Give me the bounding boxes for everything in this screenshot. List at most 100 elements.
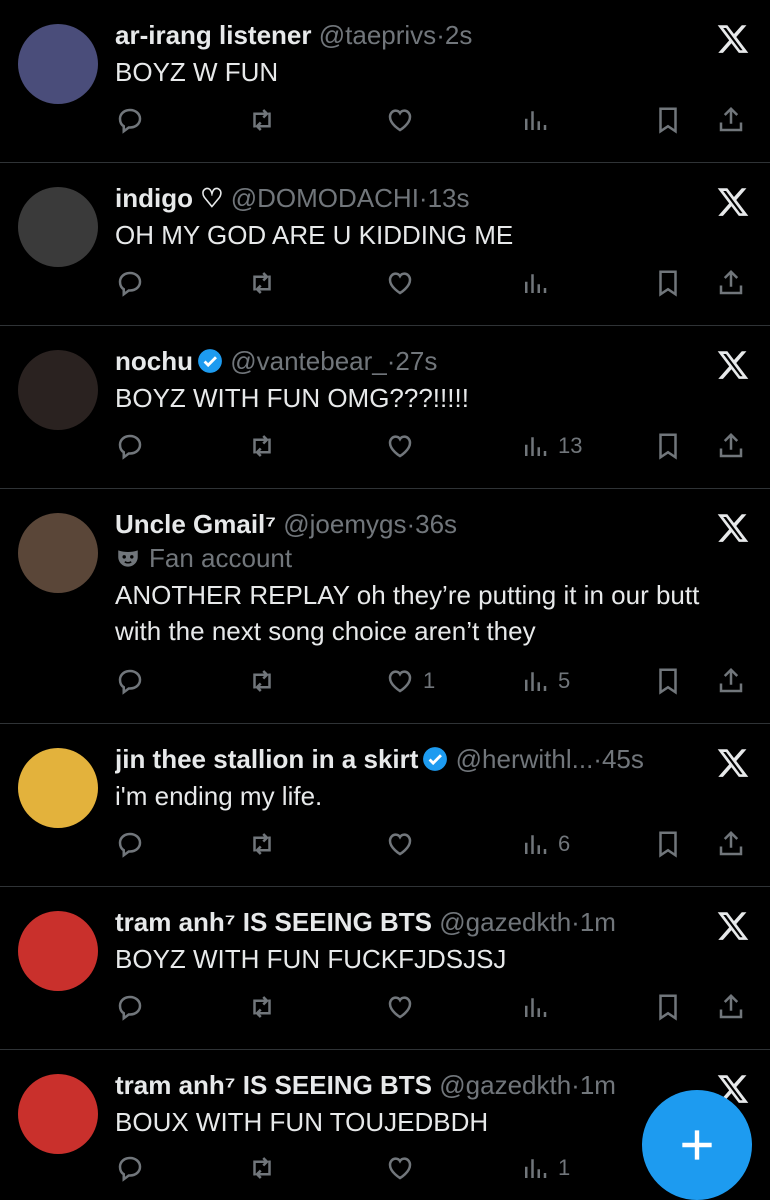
views-count: 13 <box>558 433 583 458</box>
x-logo-icon[interactable] <box>716 511 750 545</box>
tweet-text: ANOTHER REPLAY oh they’re putting it in … <box>115 580 700 646</box>
retweet-button[interactable] <box>247 826 277 862</box>
reply-button[interactable] <box>115 1150 145 1186</box>
display-name[interactable]: Uncle Gmail⁷ <box>115 509 276 539</box>
retweet-button[interactable] <box>247 1150 277 1186</box>
like-button[interactable] <box>385 428 423 464</box>
retweet-icon <box>253 435 271 457</box>
like-button[interactable] <box>385 989 423 1025</box>
avatar[interactable] <box>18 748 98 828</box>
share-button[interactable] <box>716 265 746 301</box>
reply-icon <box>118 995 142 1021</box>
bookmark-button[interactable] <box>653 265 683 301</box>
share-button[interactable] <box>716 102 746 138</box>
tweet-header: tram anh⁷ IS SEEING BTS @gazedkth·1m <box>115 905 740 939</box>
timestamp[interactable]: 2s <box>445 20 472 50</box>
timestamp[interactable]: 27s <box>395 346 437 376</box>
x-logo-icon[interactable] <box>716 185 750 219</box>
tweet[interactable]: Uncle Gmail⁷ @joemygs·36s Fan account AN… <box>0 489 770 724</box>
timestamp[interactable]: 36s <box>415 509 457 539</box>
views-button[interactable] <box>520 989 558 1025</box>
retweet-button[interactable] <box>247 663 277 699</box>
handle[interactable]: @gazedkth <box>439 1070 571 1100</box>
handle[interactable]: @DOMODACHI <box>231 183 419 213</box>
avatar[interactable] <box>18 24 98 104</box>
x-logo-icon[interactable] <box>716 909 750 943</box>
x-logo-icon[interactable] <box>716 746 750 780</box>
avatar[interactable] <box>18 350 98 430</box>
fan-account-text: Fan account <box>149 543 293 573</box>
compose-button[interactable] <box>642 1090 752 1200</box>
handle[interactable]: @gazedkth <box>439 907 571 937</box>
share-button[interactable] <box>716 428 746 464</box>
timestamp[interactable]: 45s <box>602 744 644 774</box>
x-logo-icon[interactable] <box>716 22 750 56</box>
separator: · <box>418 183 428 213</box>
bookmark-button[interactable] <box>653 989 683 1025</box>
share-button[interactable] <box>716 826 746 862</box>
avatar[interactable] <box>18 187 98 267</box>
bookmark-button[interactable] <box>653 102 683 138</box>
handle[interactable]: @vantebear_ <box>230 346 387 376</box>
avatar[interactable] <box>18 513 98 593</box>
handle[interactable]: @taeprivs <box>319 20 436 50</box>
bookmark-button[interactable] <box>653 428 683 464</box>
timestamp[interactable]: 1m <box>580 1070 616 1100</box>
bookmark-icon <box>659 433 677 460</box>
retweet-button[interactable] <box>247 989 277 1025</box>
retweet-icon <box>253 996 271 1018</box>
bookmark-button[interactable] <box>653 826 683 862</box>
reply-button[interactable] <box>115 428 145 464</box>
verified-badge-icon[interactable] <box>197 348 223 374</box>
retweet-button[interactable] <box>247 102 277 138</box>
views-button[interactable] <box>520 102 558 138</box>
x-logo-icon[interactable] <box>716 348 750 382</box>
tweet[interactable]: ar-irang listener @taeprivs·2s BOYZ W FU… <box>0 0 770 163</box>
tweet[interactable]: tram anh⁷ IS SEEING BTS @gazedkth·1m BOY… <box>0 887 770 1050</box>
share-button[interactable] <box>716 989 746 1025</box>
tweet[interactable]: indigo ♡ @DOMODACHI·13s OH MY GOD ARE U … <box>0 163 770 326</box>
retweet-button[interactable] <box>247 265 277 301</box>
bookmark-icon <box>659 668 677 695</box>
views-count: 5 <box>558 668 571 693</box>
bookmark-button[interactable] <box>653 663 683 699</box>
display-name[interactable]: ar-irang listener <box>115 20 312 50</box>
action-bar: 6 <box>115 826 752 862</box>
display-name[interactable]: tram anh⁷ IS SEEING BTS <box>115 907 432 937</box>
views-button[interactable]: 5 <box>520 663 570 699</box>
avatar[interactable] <box>18 1074 98 1154</box>
avatar[interactable] <box>18 911 98 991</box>
display-name[interactable]: nochu <box>115 346 193 376</box>
like-button[interactable]: 1 <box>385 663 435 699</box>
like-button[interactable] <box>385 265 423 301</box>
reply-button[interactable] <box>115 102 145 138</box>
like-button[interactable] <box>385 1150 423 1186</box>
views-button[interactable]: 6 <box>520 826 570 862</box>
reply-button[interactable] <box>115 265 145 301</box>
display-name[interactable]: jin thee stallion in a skirt <box>115 744 418 774</box>
handle[interactable]: @herwithl... <box>456 744 594 774</box>
timestamp[interactable]: 1m <box>580 907 616 937</box>
reply-button[interactable] <box>115 989 145 1025</box>
handle[interactable]: @joemygs <box>283 509 406 539</box>
reply-button[interactable] <box>115 663 145 699</box>
plus-icon <box>682 1130 712 1160</box>
tweet[interactable]: nochu @vantebear_·27s BOYZ WITH FUN OMG?… <box>0 326 770 489</box>
timestamp[interactable]: 13s <box>428 183 470 213</box>
like-button[interactable] <box>385 826 423 862</box>
share-button[interactable] <box>716 663 746 699</box>
tweet-header: indigo ♡ @DOMODACHI·13s <box>115 181 740 215</box>
verified-badge-icon[interactable] <box>422 746 448 772</box>
mask-icon <box>118 550 138 567</box>
views-button[interactable]: 1 <box>520 1150 570 1186</box>
views-button[interactable]: 13 <box>520 428 582 464</box>
views-button[interactable] <box>520 265 558 301</box>
action-bar <box>115 989 752 1025</box>
tweet[interactable]: jin thee stallion in a skirt @herwithl..… <box>0 724 770 887</box>
like-button[interactable] <box>385 102 423 138</box>
display-name[interactable]: indigo ♡ <box>115 183 224 213</box>
retweet-button[interactable] <box>247 428 277 464</box>
reply-button[interactable] <box>115 826 145 862</box>
tweet-text: BOYZ WITH FUN FUCKFJDSJSJ <box>115 944 507 974</box>
display-name[interactable]: tram anh⁷ IS SEEING BTS <box>115 1070 432 1100</box>
